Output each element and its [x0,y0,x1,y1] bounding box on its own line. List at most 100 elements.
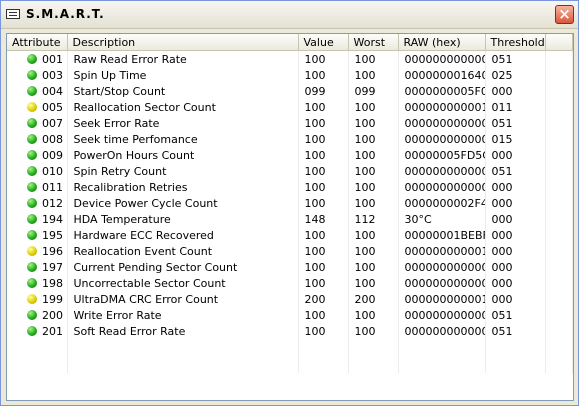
table-row[interactable]: 009 PowerOn Hours Count 100 100 00000005FD5C… [7,147,573,163]
empty-cell [545,339,573,356]
empty-cell [298,339,349,356]
cell-filler [545,99,573,115]
cell-description: Reallocation Event Count [67,243,299,259]
cell-description: Spin Up Time [67,67,299,83]
table-row[interactable]: 196 Reallocation Event Count 100 100 0000000… [7,243,573,259]
cell-raw: 000000000000 [398,179,486,195]
cell-worst: 100 [348,227,399,243]
status-ok-icon [27,117,37,128]
window-title: S.M.A.R.T. [26,7,105,21]
cell-threshold: 051 [485,115,546,131]
table-row[interactable]: 198 Uncorrectable Sector Count 100 100 00000… [7,275,573,291]
cell-threshold: 025 [485,67,546,83]
status-ok-icon [27,277,37,288]
cell-raw: 000000000001 [398,243,486,259]
cell-attribute: 198 [7,275,68,291]
column-header-value[interactable]: Value [298,34,349,51]
cell-raw: 00000001BEBF [398,227,486,243]
status-ok-icon [27,181,37,192]
cell-worst: 100 [348,115,399,131]
smart-table: Attribute Description Value Worst RAW (h… [7,34,573,373]
cell-description: Hardware ECC Recovered [67,227,299,243]
column-header-threshold[interactable]: Threshold [485,34,546,51]
smart-table-container[interactable]: Attribute Description Value Worst RAW (h… [6,33,574,401]
table-row[interactable]: 197 Current Pending Sector Count 100 100 000… [7,259,573,275]
cell-filler [545,50,573,67]
cell-description: Uncorrectable Sector Count [67,275,299,291]
table-row[interactable]: 005 Reallocation Sector Count 100 100 000000… [7,99,573,115]
cell-value: 099 [298,83,349,99]
column-header-filler [545,34,573,51]
table-row[interactable]: 010 Spin Retry Count 100 100 000000000000 051 [7,163,573,179]
cell-attribute: 008 [7,131,68,147]
cell-filler [545,275,573,291]
cell-raw: 000000000000 [398,131,486,147]
column-header-worst[interactable]: Worst [348,34,399,51]
cell-description: Reallocation Sector Count [67,99,299,115]
table-row[interactable]: 003 Spin Up Time 100 100 000000001640 025 [7,67,573,83]
table-row[interactable]: 201 Soft Read Error Rate 100 100 00000000000… [7,323,573,339]
cell-description: Seek time Perfomance [67,131,299,147]
cell-worst: 100 [348,307,399,323]
attribute-id: 197 [42,260,63,274]
status-ok-icon [27,197,37,208]
table-row[interactable]: 012 Device Power Cycle Count 100 100 0000000… [7,195,573,211]
cell-worst: 100 [348,323,399,339]
cell-description: Write Error Rate [67,307,299,323]
table-row[interactable]: 200 Write Error Rate 100 100 000000000000 051 [7,307,573,323]
cell-worst: 100 [348,67,399,83]
cell-description: Soft Read Error Rate [67,323,299,339]
cell-description: Device Power Cycle Count [67,195,299,211]
table-row[interactable]: 195 Hardware ECC Recovered 100 100 00000001B… [7,227,573,243]
empty-cell [348,339,399,356]
cell-value: 100 [298,115,349,131]
cell-attribute: 196 [7,243,68,259]
attribute-id: 200 [42,308,63,322]
cell-threshold: 051 [485,163,546,179]
attribute-id: 195 [42,228,63,242]
cell-description: Raw Read Error Rate [67,50,299,67]
table-row[interactable]: 001 Raw Read Error Rate 100 100 000000000000… [7,50,573,67]
cell-worst: 112 [348,211,399,227]
table-row[interactable]: 007 Seek Error Rate 100 100 000000000000 051 [7,115,573,131]
attribute-id: 199 [42,292,63,306]
table-row[interactable]: 194 HDA Temperature 148 112 30°C 000 [7,211,573,227]
title-bar[interactable]: S.M.A.R.T. × [1,1,578,29]
cell-threshold: 000 [485,259,546,275]
cell-worst: 100 [348,243,399,259]
column-header-description[interactable]: Description [67,34,299,51]
cell-filler [545,195,573,211]
empty-cell [7,339,68,356]
cell-raw: 000000000000 [398,323,486,339]
cell-raw: 30°C [398,211,486,227]
cell-attribute: 003 [7,67,68,83]
cell-filler [545,211,573,227]
cell-attribute: 001 [7,50,68,67]
table-row[interactable]: 008 Seek time Perfomance 100 100 00000000000… [7,131,573,147]
column-header-attribute[interactable]: Attribute [7,34,68,51]
status-ok-icon [27,325,37,336]
table-body: 001 Raw Read Error Rate 100 100 000000000000… [7,50,573,373]
column-header-raw[interactable]: RAW (hex) [398,34,486,51]
status-warning-icon [27,245,37,256]
cell-attribute: 200 [7,307,68,323]
attribute-id: 009 [42,148,63,162]
cell-threshold: 051 [485,307,546,323]
table-row[interactable]: 199 UltraDMA CRC Error Count 200 200 0000000… [7,291,573,307]
cell-threshold: 015 [485,131,546,147]
cell-description: Recalibration Retries [67,179,299,195]
cell-raw: 000000000000 [398,50,486,67]
cell-value: 100 [298,163,349,179]
table-row[interactable]: 011 Recalibration Retries 100 100 0000000000… [7,179,573,195]
table-row[interactable]: 004 Start/Stop Count 099 099 0000000005F0 000 [7,83,573,99]
status-ok-icon [27,229,37,240]
cell-raw: 000000000001 [398,291,486,307]
close-button[interactable]: × [555,5,574,24]
cell-attribute: 012 [7,195,68,211]
cell-threshold: 000 [485,291,546,307]
cell-filler [545,131,573,147]
cell-filler [545,147,573,163]
attribute-id: 005 [42,100,63,114]
cell-value: 100 [298,259,349,275]
cell-worst: 100 [348,131,399,147]
